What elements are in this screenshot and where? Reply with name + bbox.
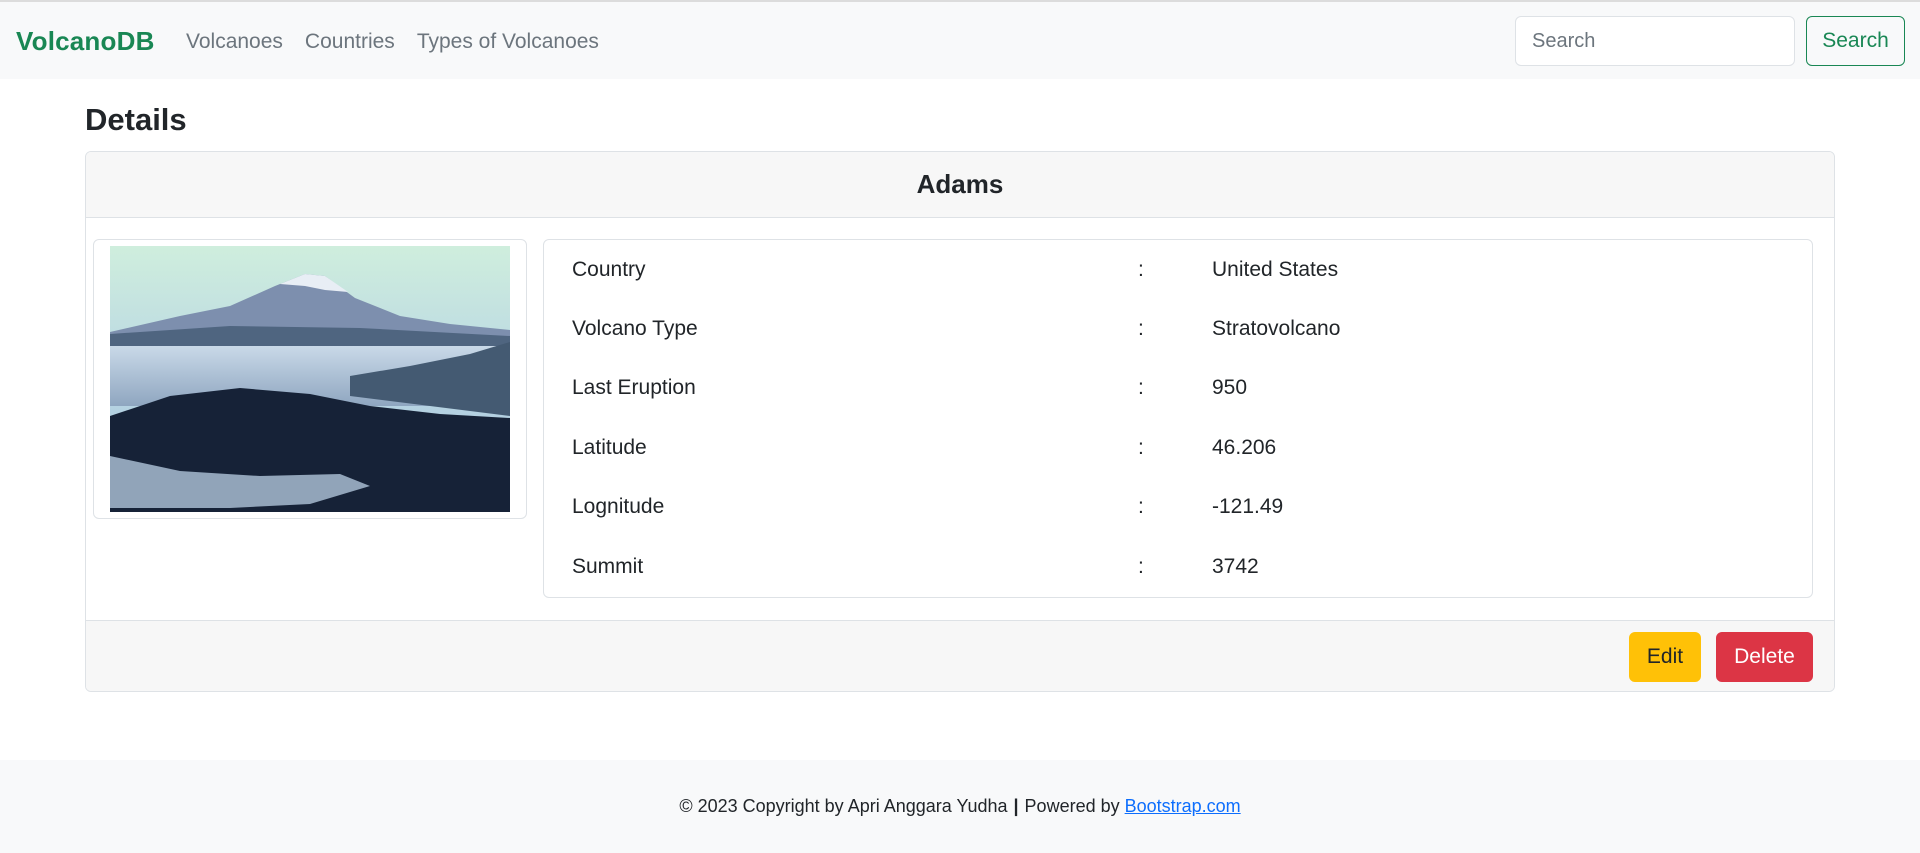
volcano-name: Adams (916, 169, 1004, 199)
detail-separator: : (1138, 376, 1144, 399)
search-input[interactable] (1515, 16, 1795, 66)
card-header: Adams (86, 152, 1834, 218)
detail-separator: : (1138, 258, 1144, 281)
detail-value: -121.49 (1212, 495, 1284, 518)
detail-row-country: Country : United States (544, 250, 1812, 290)
footer-separator: | (1013, 796, 1019, 816)
search-button[interactable]: Search (1806, 16, 1905, 66)
detail-row-volcano-type: Volcano Type : Stratovolcano (544, 309, 1812, 349)
card-footer: Edit Delete (86, 620, 1834, 691)
detail-row-latitude: Latitude : 46.206 (544, 428, 1812, 468)
detail-separator: : (1138, 436, 1144, 459)
detail-row-longitude: Lognitude : -121.49 (544, 487, 1812, 527)
detail-label: Country (572, 258, 646, 281)
copyright-text: © 2023 Copyright by Apri Anggara Yudha (679, 796, 1008, 816)
nav-link-types[interactable]: Types of Volcanoes (417, 30, 599, 54)
volcano-image-frame (93, 239, 527, 519)
detail-label: Lognitude (572, 495, 665, 518)
volcano-details: Country : United States Volcano Type : S… (543, 239, 1813, 598)
nav-links: Volcanoes Countries Types of Volcanoes (186, 30, 599, 54)
powered-by-text: Powered by (1024, 796, 1120, 816)
nav-link-volcanoes[interactable]: Volcanoes (186, 30, 283, 54)
detail-label: Latitude (572, 436, 647, 459)
volcano-image (110, 246, 510, 512)
page-footer: © 2023 Copyright by Apri Anggara Yudha |… (0, 760, 1920, 853)
detail-value: Stratovolcano (1212, 317, 1341, 340)
detail-value: United States (1212, 258, 1339, 281)
detail-label: Volcano Type (572, 317, 698, 340)
detail-row-last-eruption: Last Eruption : 950 (544, 368, 1812, 408)
detail-value: 3742 (1212, 555, 1259, 578)
detail-separator: : (1138, 317, 1144, 340)
detail-row-summit: Summit : 3742 (544, 547, 1812, 587)
detail-separator: : (1138, 495, 1144, 518)
nav-link-countries[interactable]: Countries (305, 30, 395, 54)
brand-logo[interactable]: VolcanoDB (16, 26, 155, 57)
volcano-card: Adams Country: United States Volcano Ty… (85, 151, 1835, 692)
detail-separator: : (1138, 555, 1144, 578)
bootstrap-link[interactable]: Bootstrap.com (1125, 796, 1241, 817)
edit-button[interactable]: Edit (1629, 632, 1701, 682)
page-title: Details (85, 102, 187, 137)
delete-button[interactable]: Delete (1716, 632, 1813, 682)
detail-label: Last Eruption (572, 376, 696, 399)
detail-label: Summit (572, 555, 644, 578)
navbar: VolcanoDB Volcanoes Countries Types of V… (0, 2, 1920, 79)
detail-value: 46.206 (1212, 436, 1277, 459)
detail-value: 950 (1212, 376, 1248, 399)
